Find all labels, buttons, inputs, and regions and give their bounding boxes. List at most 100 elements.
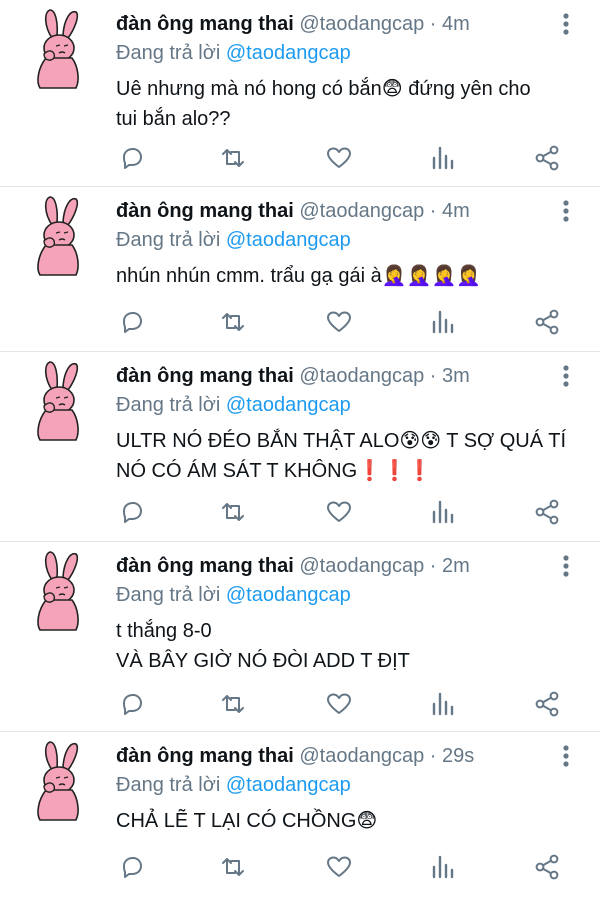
share-button[interactable] xyxy=(533,853,563,883)
more-options-icon xyxy=(563,13,569,35)
replying-mention[interactable]: @taodangcap xyxy=(226,584,351,606)
share-icon xyxy=(535,854,559,880)
author-handle[interactable]: @taodangcap xyxy=(299,13,424,35)
reply-button[interactable] xyxy=(118,144,148,174)
like-button[interactable] xyxy=(325,144,355,174)
analytics-icon xyxy=(432,855,454,879)
share-icon xyxy=(535,499,559,525)
more-options-icon xyxy=(563,200,569,222)
tweet-text-line: ULTR NÓ ĐÉO BẮN THẬT ALO😰😰 T SỢ QUÁ TÍ xyxy=(116,430,567,452)
timestamp[interactable]: 4m xyxy=(442,200,470,222)
like-button[interactable] xyxy=(325,308,355,338)
analytics-button[interactable] xyxy=(429,853,459,883)
author-name[interactable]: đàn ông mang thai xyxy=(116,555,294,577)
author-handle[interactable]: @taodangcap xyxy=(299,745,424,767)
tweet[interactable]: đàn ông mang thai @taodangcap · 29s Đang… xyxy=(0,732,600,897)
analytics-button[interactable] xyxy=(429,690,459,720)
timestamp[interactable]: 4m xyxy=(442,13,470,35)
replying-mention[interactable]: @taodangcap xyxy=(226,42,351,64)
avatar[interactable] xyxy=(30,195,88,277)
analytics-icon xyxy=(432,692,454,716)
tweet-actions xyxy=(116,308,560,338)
share-button[interactable] xyxy=(533,690,563,720)
more-options-button[interactable] xyxy=(562,554,570,578)
retweet-icon xyxy=(222,503,244,521)
avatar[interactable] xyxy=(30,8,88,90)
retweet-button[interactable] xyxy=(219,853,249,883)
analytics-icon xyxy=(432,310,454,334)
like-icon xyxy=(327,147,351,168)
like-icon xyxy=(327,501,351,522)
tweet[interactable]: đàn ông mang thai @taodangcap · 3m Đang … xyxy=(0,352,600,542)
share-button[interactable] xyxy=(533,308,563,338)
retweet-button[interactable] xyxy=(219,144,249,174)
tweet-text-line: nhún nhún cmm. trẩu gạ gái à🤦‍♀️🤦‍♀️🤦‍♀️… xyxy=(116,265,482,287)
more-options-button[interactable] xyxy=(562,744,570,768)
author-name[interactable]: đàn ông mang thai xyxy=(116,365,294,387)
bunny-avatar-icon xyxy=(37,741,79,821)
reply-icon xyxy=(123,502,142,523)
tweet-header: đàn ông mang thai @taodangcap · 4m xyxy=(116,11,560,37)
tweet[interactable]: đàn ông mang thai @taodangcap · 2m Đang … xyxy=(0,542,600,732)
share-icon xyxy=(535,691,559,717)
share-button[interactable] xyxy=(533,498,563,528)
tweet-header: đàn ông mang thai @taodangcap · 2m xyxy=(116,553,560,579)
tweet-text: t thắng 8-0 VÀ BÂY GIỜ NÓ ĐÒI ADD T ĐỊT xyxy=(116,616,576,676)
replying-to: Đang trả lời @taodangcap xyxy=(116,227,351,253)
retweet-button[interactable] xyxy=(219,308,249,338)
replying-mention[interactable]: @taodangcap xyxy=(226,394,351,416)
tweet-actions xyxy=(116,498,560,528)
reply-thread: đàn ông mang thai @taodangcap · 4m Đang … xyxy=(0,0,600,897)
retweet-icon xyxy=(222,149,244,167)
timestamp[interactable]: 29s xyxy=(442,745,474,767)
retweet-button[interactable] xyxy=(219,690,249,720)
replying-to: Đang trả lời @taodangcap xyxy=(116,392,351,418)
analytics-button[interactable] xyxy=(429,144,459,174)
avatar[interactable] xyxy=(30,740,88,822)
bunny-avatar-icon xyxy=(37,361,79,441)
replying-prefix: Đang trả lời xyxy=(116,229,221,251)
replying-prefix: Đang trả lời xyxy=(116,42,221,64)
more-options-button[interactable] xyxy=(562,199,570,223)
author-name[interactable]: đàn ông mang thai xyxy=(116,745,294,767)
tweet[interactable]: đàn ông mang thai @taodangcap · 4m Đang … xyxy=(0,0,600,187)
author-handle[interactable]: @taodangcap xyxy=(299,200,424,222)
author-name[interactable]: đàn ông mang thai xyxy=(116,200,294,222)
tweet[interactable]: đàn ông mang thai @taodangcap · 4m Đang … xyxy=(0,187,600,352)
avatar[interactable] xyxy=(30,550,88,632)
like-button[interactable] xyxy=(325,498,355,528)
author-handle[interactable]: @taodangcap xyxy=(299,365,424,387)
more-options-button[interactable] xyxy=(562,364,570,388)
more-options-button[interactable] xyxy=(562,12,570,36)
timestamp[interactable]: 2m xyxy=(442,555,470,577)
retweet-icon xyxy=(222,695,244,713)
like-button[interactable] xyxy=(325,853,355,883)
reply-button[interactable] xyxy=(118,853,148,883)
reply-button[interactable] xyxy=(118,690,148,720)
tweet-text: nhún nhún cmm. trẩu gạ gái à🤦‍♀️🤦‍♀️🤦‍♀️… xyxy=(116,261,576,291)
timestamp[interactable]: 3m xyxy=(442,365,470,387)
reply-button[interactable] xyxy=(118,308,148,338)
share-icon xyxy=(535,145,559,171)
like-icon xyxy=(327,693,351,714)
avatar[interactable] xyxy=(30,360,88,442)
separator-dot: · xyxy=(429,200,437,222)
tweet-actions xyxy=(116,853,560,883)
analytics-button[interactable] xyxy=(429,498,459,528)
tweet-text-line: CHẢ LẼ T LẠI CÓ CHỒNG😨 xyxy=(116,810,378,832)
bunny-avatar-icon xyxy=(37,196,79,276)
replying-prefix: Đang trả lời xyxy=(116,584,221,606)
analytics-button[interactable] xyxy=(429,308,459,338)
share-button[interactable] xyxy=(533,144,563,174)
separator-dot: · xyxy=(429,365,437,387)
author-name[interactable]: đàn ông mang thai xyxy=(116,13,294,35)
author-handle[interactable]: @taodangcap xyxy=(299,555,424,577)
reply-button[interactable] xyxy=(118,498,148,528)
tweet-text-line: VÀ BÂY GIỜ NÓ ĐÒI ADD T ĐỊT xyxy=(116,650,410,672)
retweet-button[interactable] xyxy=(219,498,249,528)
like-button[interactable] xyxy=(325,690,355,720)
replying-mention[interactable]: @taodangcap xyxy=(226,229,351,251)
replying-to: Đang trả lời @taodangcap xyxy=(116,772,351,798)
replying-mention[interactable]: @taodangcap xyxy=(226,774,351,796)
share-icon xyxy=(535,309,559,335)
